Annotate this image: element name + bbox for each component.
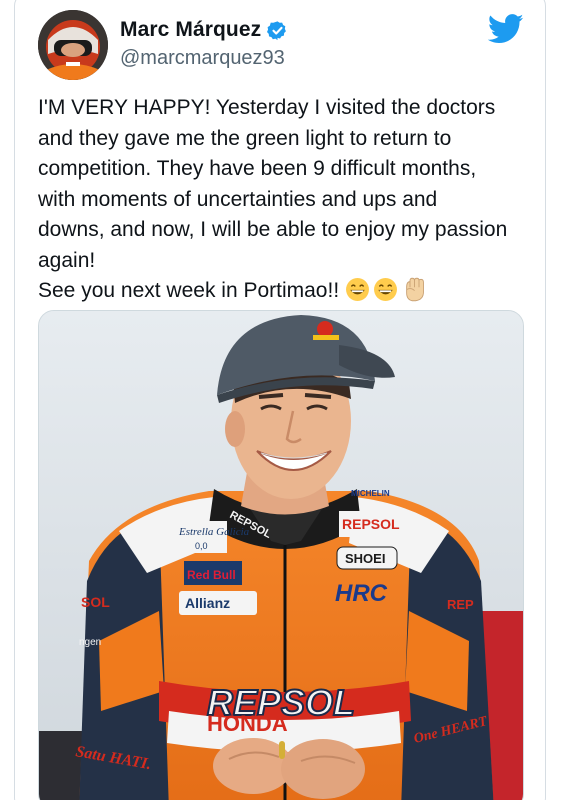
ngen-label: ngen xyxy=(79,637,101,648)
tweet-text-line: See you next week in Portimao!! xyxy=(38,279,340,302)
tweet-text-line: I'M VERY HAPPY! Yesterday I visited the … xyxy=(38,96,496,119)
tweet-text-line: downs, and now, I will be able to enjoy … xyxy=(38,218,508,241)
raised-fist-emoji-icon xyxy=(406,277,425,302)
honda-label: HONDA xyxy=(207,711,288,736)
avatar-photo xyxy=(38,10,108,80)
author-display-name[interactable]: Marc Márquez xyxy=(120,18,261,42)
tweet-text: I'M VERY HAPPY! Yesterday I visited the … xyxy=(38,93,528,307)
rider-photo: REPSOL Estrella Galicia 0,0 Red Bull All… xyxy=(39,311,523,800)
repsol-right-arm-label: REP xyxy=(447,597,474,612)
michelin-label: MICHELIN xyxy=(351,489,390,498)
repsol-left-arm-label: SOL xyxy=(81,594,110,610)
allianz-label: Allianz xyxy=(185,595,230,611)
tweet-text-line: competition. They have been 9 difficult … xyxy=(38,157,477,180)
hrc-label: HRC xyxy=(335,580,388,607)
estrella-sub-label: 0,0 xyxy=(195,541,208,551)
estrella-galicia-label: Estrella Galicia xyxy=(178,526,250,538)
tweet-text-line: again! xyxy=(38,248,96,272)
tweet-text-line: and they gave me the green light to retu… xyxy=(38,126,452,150)
emoji-group xyxy=(345,276,428,303)
twitter-bird-icon[interactable] xyxy=(488,14,524,44)
shoei-label: SHOEI xyxy=(345,551,385,566)
tweet-text-line: with moments of uncertainties and ups an… xyxy=(38,187,438,211)
redbull-label: Red Bull xyxy=(187,568,236,582)
tweet-media-photo[interactable]: REPSOL Estrella Galicia 0,0 Red Bull All… xyxy=(38,310,524,800)
author-avatar[interactable] xyxy=(38,10,108,80)
repsol-chest-label: REPSOL xyxy=(342,516,400,532)
author-name-row: Marc Márquez xyxy=(120,16,288,44)
grinning-face-emoji-icon xyxy=(374,278,398,301)
grinning-face-emoji-icon xyxy=(346,278,370,301)
author-handle[interactable]: @marcmarquez93 xyxy=(120,47,285,70)
tweet-text-last-line: See you next week in Portimao!! xyxy=(38,276,528,307)
verified-badge-icon xyxy=(267,20,287,40)
